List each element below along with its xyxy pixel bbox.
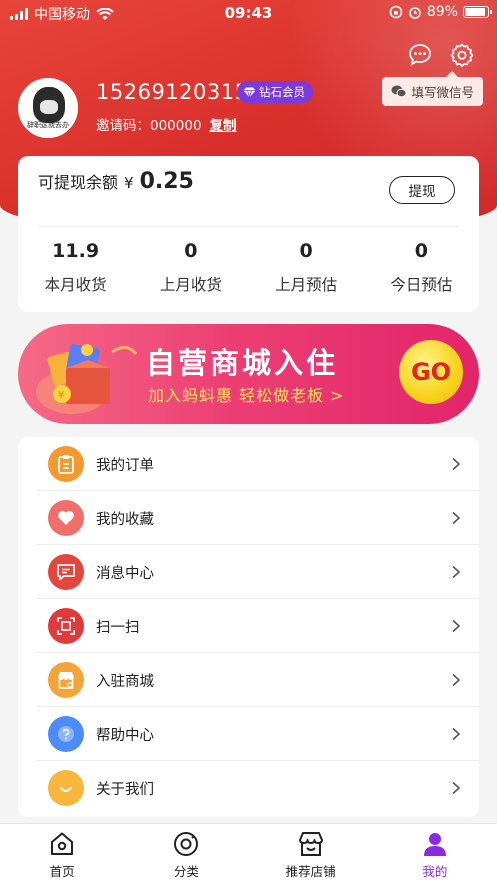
wechat-icon	[391, 85, 407, 98]
help-icon	[48, 716, 84, 752]
menu-item-label: 入驻商城	[96, 673, 154, 690]
shop-icon	[298, 832, 323, 856]
diamond-icon	[243, 87, 256, 98]
chevron-right-icon	[452, 457, 461, 471]
smile-icon	[48, 770, 84, 806]
settings-gear-icon[interactable]	[449, 42, 475, 68]
menu-item-help-center[interactable]: 帮助中心	[36, 707, 479, 761]
alarm-icon	[409, 7, 421, 19]
stat-label: 本月收货	[44, 276, 107, 294]
divider	[38, 226, 459, 227]
status-bar: 中国移动 09:43 89%	[0, 0, 497, 26]
wechat-tip-label: 填写微信号	[411, 85, 474, 100]
menu-item-label: 我的订单	[96, 457, 154, 474]
order-icon	[48, 446, 84, 482]
invite-row: 邀请码：000000 复制	[96, 114, 237, 134]
svg-text:¥: ¥	[58, 390, 64, 401]
tab-label: 推荐店铺	[285, 864, 336, 879]
stat-value: 0	[414, 240, 428, 262]
mall-join-banner[interactable]: ¥ 自营商城入住 加入蚂蚪惠 轻松做老板 > GO	[18, 324, 479, 424]
tab-label: 分类	[173, 864, 199, 879]
profile-icon	[423, 833, 446, 856]
message-bubble-icon[interactable]	[407, 42, 433, 68]
stat-label: 今日预估	[390, 276, 453, 294]
menu-item-label: 我的收藏	[96, 511, 154, 528]
tab-home[interactable]: 首页	[0, 824, 124, 883]
battery-percent: 89%	[426, 4, 458, 20]
stat-today-estimate[interactable]: 0 今日预估	[364, 240, 479, 295]
copy-invite-link[interactable]: 复制	[210, 114, 237, 134]
vip-badge: 钻石会员	[237, 81, 313, 103]
tab-category[interactable]: 分类	[124, 824, 248, 883]
chevron-right-icon	[452, 673, 461, 687]
withdrawable-balance: 可提现余额 ¥ 0.25	[38, 169, 194, 194]
avatar[interactable]: 辞职这就去办	[18, 78, 78, 138]
withdraw-button[interactable]: 提现	[389, 176, 455, 204]
lock-rotation-icon	[389, 5, 403, 19]
menu-item-label: 消息中心	[96, 565, 154, 582]
menu-item-scan[interactable]: 扫一扫	[36, 599, 479, 653]
tab-label: 我的	[422, 864, 448, 879]
wechat-tip-button[interactable]: 填写微信号	[382, 71, 483, 106]
balance-card: 可提现余额 ¥ 0.25 提现 11.9 本月收货 0 上月收货 0 上月预估 0 今日…	[18, 156, 479, 312]
menu-item-label: 扫一扫	[96, 619, 140, 636]
avatar-face-image	[33, 87, 65, 123]
menu-item-label: 帮助中心	[96, 727, 154, 744]
menu-item-my-favorites[interactable]: 我的收藏	[36, 491, 479, 545]
menu-item-join-mall[interactable]: 入驻商城	[36, 653, 479, 707]
battery-icon	[463, 6, 492, 18]
vip-label: 钻石会员	[259, 85, 305, 99]
balance-label: 可提现余额	[38, 173, 119, 192]
chevron-right-icon	[452, 511, 461, 525]
menu-list: 我的订单 我的收藏 消息中心 扫一扫 入驻商城 帮助中心 关于我们	[18, 437, 479, 817]
banner-subtitle: 加入蚂蚪惠 轻松做老板 >	[148, 386, 345, 405]
menu-item-my-orders[interactable]: 我的订单	[36, 437, 479, 491]
tab-recommended-shops[interactable]: 推荐店铺	[249, 824, 373, 883]
stat-value: 0	[299, 240, 313, 262]
menu-item-message-center[interactable]: 消息中心	[36, 545, 479, 599]
go-button[interactable]: GO	[399, 340, 463, 404]
stat-label: 上月预估	[275, 276, 338, 294]
menu-item-about-us[interactable]: 关于我们	[36, 761, 479, 815]
menu-item-label: 关于我们	[96, 781, 154, 798]
store-icon	[48, 662, 84, 698]
invite-code-text: 邀请码：000000	[96, 118, 202, 134]
stat-last-month-estimate[interactable]: 0 上月预估	[249, 240, 364, 295]
avatar-caption: 辞职这就去办	[27, 121, 69, 129]
gift-boxes-illustration: ¥	[36, 344, 138, 414]
stat-value: 0	[184, 240, 198, 262]
tab-label: 首页	[49, 864, 75, 879]
message-icon	[48, 554, 84, 590]
currency-symbol: ¥	[124, 174, 134, 192]
category-icon	[174, 832, 199, 856]
heart-icon	[48, 500, 84, 536]
stat-label: 上月收货	[159, 276, 222, 294]
tab-mine[interactable]: 我的	[373, 824, 497, 883]
home-icon	[51, 832, 74, 855]
stat-last-month-received[interactable]: 0 上月收货	[133, 240, 248, 295]
bottom-tab-bar: 首页 分类 推荐店铺 我的	[0, 823, 497, 883]
chevron-right-icon	[452, 727, 461, 741]
chevron-right-icon	[452, 781, 461, 795]
stat-this-month-received[interactable]: 11.9 本月收货	[18, 240, 133, 295]
balance-amount: 0.25	[139, 169, 194, 194]
scan-icon	[48, 608, 84, 644]
stats-row: 11.9 本月收货 0 上月收货 0 上月预估 0 今日预估	[18, 240, 479, 295]
banner-title: 自营商城入住	[146, 346, 339, 380]
user-phone: 15269120315	[96, 80, 249, 104]
stat-value: 11.9	[52, 240, 100, 262]
chevron-right-icon	[452, 619, 461, 633]
chevron-right-icon	[452, 565, 461, 579]
